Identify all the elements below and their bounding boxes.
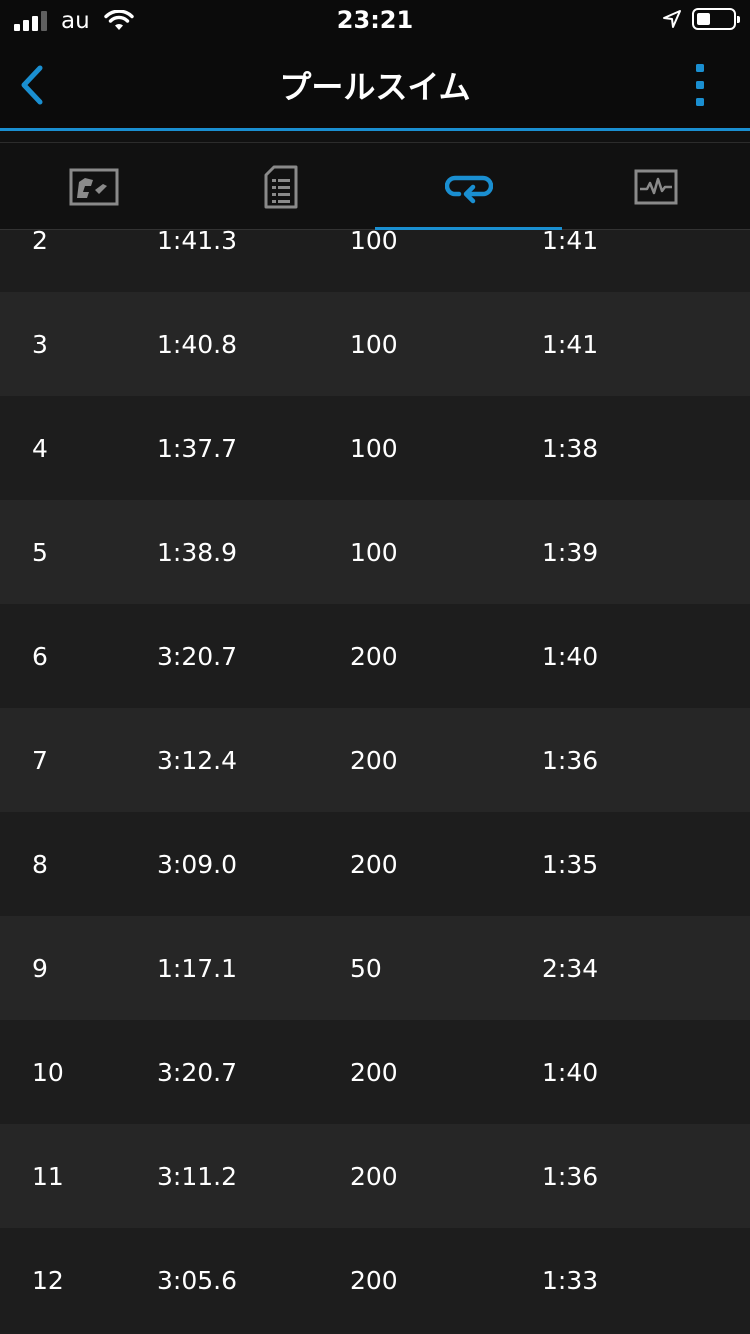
lap-row[interactable]: 9 1:17.1 50 2:34: [0, 916, 750, 1020]
lap-number: 6: [32, 642, 48, 671]
lap-time: 3:20.7: [157, 1058, 237, 1087]
activity-chart-icon: [634, 169, 677, 205]
navigation-bar: プールスイム: [0, 42, 750, 128]
lap-pace: 1:40: [542, 1058, 599, 1087]
map-overview-icon: [69, 168, 118, 206]
battery-level: [697, 13, 710, 25]
lap-row[interactable]: 4 1:37.7 100 1:38: [0, 396, 750, 500]
lap-distance: 100: [350, 538, 398, 567]
lap-distance: 200: [350, 746, 398, 775]
lap-number: 5: [32, 538, 48, 567]
lap-time: 3:05.6: [157, 1266, 237, 1295]
lap-distance: 200: [350, 1162, 398, 1191]
chevron-left-icon[interactable]: [14, 62, 54, 108]
lap-pace: 1:36: [542, 1162, 599, 1191]
lap-distance: 200: [350, 1266, 398, 1295]
tab-charts[interactable]: [562, 143, 749, 231]
lap-time: 1:37.7: [157, 434, 237, 463]
lap-row[interactable]: 10 3:20.7 200 1:40: [0, 1020, 750, 1124]
lap-number: 11: [32, 1162, 64, 1191]
app-screen: 2 1:41.3 100 1:41 3 1:40.8 100 1:41 4 1:…: [0, 0, 750, 1334]
lap-pace: 1:35: [542, 850, 599, 879]
lap-row[interactable]: 11 3:11.2 200 1:36: [0, 1124, 750, 1228]
carrier-label: au: [61, 8, 90, 34]
lap-pace: 1:38: [542, 434, 599, 463]
lap-distance: 100: [350, 330, 398, 359]
lap-distance: 200: [350, 850, 398, 879]
lap-distance: 100: [350, 434, 398, 463]
status-left: au: [14, 8, 134, 34]
lap-row[interactable]: 8 3:09.0 200 1:35: [0, 812, 750, 916]
tab-laps[interactable]: [375, 143, 562, 231]
lap-distance: 50: [350, 954, 382, 983]
lap-time: 1:17.1: [157, 954, 237, 983]
lap-number: 7: [32, 746, 48, 775]
lap-number: 8: [32, 850, 48, 879]
lap-time: 3:12.4: [157, 746, 237, 775]
location-arrow-icon: [663, 10, 681, 28]
lap-pace: 2:34: [542, 954, 599, 983]
lap-number: 9: [32, 954, 48, 983]
lap-pace: 1:40: [542, 642, 599, 671]
lap-row[interactable]: 12 3:05.6 200 1:33: [0, 1228, 750, 1332]
lap-pace: 1:41: [542, 330, 599, 359]
lap-distance: 200: [350, 642, 398, 671]
page-title: プールスイム: [279, 68, 471, 106]
status-bar: au 23:21: [0, 0, 750, 42]
lap-time: 1:38.9: [157, 538, 237, 567]
tab-details[interactable]: [187, 143, 374, 231]
lap-time: 3:11.2: [157, 1162, 237, 1191]
lap-row[interactable]: 6 3:20.7 200 1:40: [0, 604, 750, 708]
lap-time: 1:40.8: [157, 330, 237, 359]
tab-overview[interactable]: [0, 143, 187, 231]
active-tab-indicator: [375, 227, 562, 230]
battery-icon: [692, 8, 740, 30]
lap-pace: 1:39: [542, 538, 599, 567]
lap-time: 3:09.0: [157, 850, 237, 879]
laps-list[interactable]: 2 1:41.3 100 1:41 3 1:40.8 100 1:41 4 1:…: [0, 188, 750, 1332]
details-list-icon: [264, 165, 297, 209]
lap-number: 10: [32, 1058, 64, 1087]
wifi-icon: [103, 10, 134, 30]
lap-pace: 1:33: [542, 1266, 599, 1295]
lap-pace: 1:36: [542, 746, 599, 775]
lap-row[interactable]: 5 1:38.9 100 1:39: [0, 500, 750, 604]
status-right: [662, 8, 740, 30]
laps-loop-icon: [444, 175, 493, 204]
vertical-dots-icon[interactable]: [690, 62, 710, 108]
cellular-signal-icon: [14, 11, 47, 31]
lap-number: 4: [32, 434, 48, 463]
lap-time: 3:20.7: [157, 642, 237, 671]
lap-row[interactable]: 3 1:40.8 100 1:41: [0, 292, 750, 396]
lap-distance: 200: [350, 1058, 398, 1087]
tab-bar: [0, 142, 750, 230]
lap-row[interactable]: 7 3:12.4 200 1:36: [0, 708, 750, 812]
lap-number: 12: [32, 1266, 64, 1295]
lap-number: 3: [32, 330, 48, 359]
